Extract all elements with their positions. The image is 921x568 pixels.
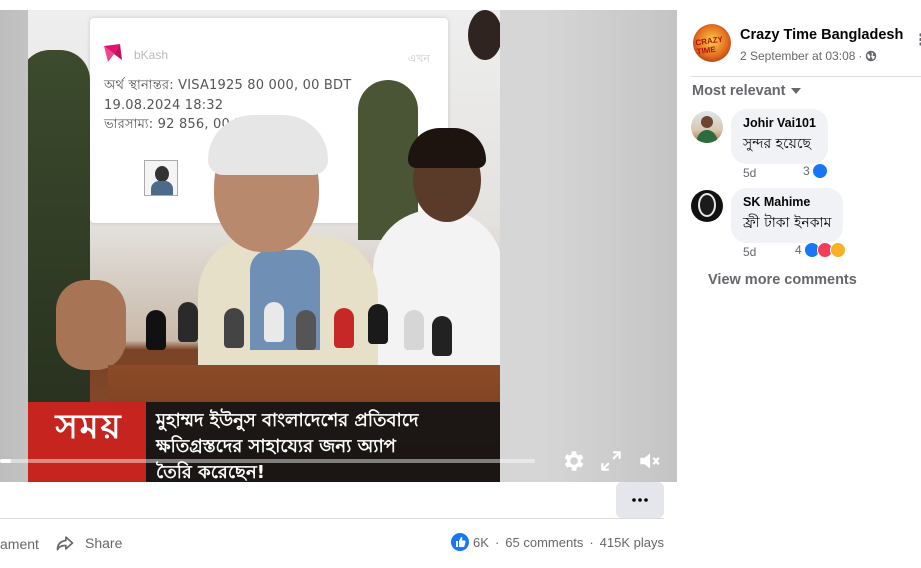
gesturing-hand xyxy=(56,280,126,370)
microphone xyxy=(432,316,452,356)
meta-separator: · xyxy=(858,49,863,63)
fullscreen-icon[interactable] xyxy=(598,448,624,474)
comment-author[interactable]: Johir Vai101 xyxy=(743,116,816,130)
comments-count[interactable]: 65 comments xyxy=(505,535,583,550)
comment-reactions[interactable]: 4 xyxy=(795,242,846,258)
post-stats: 6K · 65 comments · 415K plays xyxy=(451,533,664,551)
comment-author[interactable]: SK Mahime xyxy=(743,195,831,209)
facebook-video-viewer: bKash এখন অর্থ স্থানান্তর: VISA1925 80 0… xyxy=(0,0,921,568)
microphone xyxy=(368,304,388,344)
globe-icon xyxy=(866,50,877,62)
microphone xyxy=(264,302,284,342)
comment-reaction-count: 3 xyxy=(803,164,810,178)
video-player[interactable]: bKash এখন অর্থ স্থানান্তর: VISA1925 80 0… xyxy=(0,10,677,482)
background-person xyxy=(468,10,500,60)
bkash-date-line: 19.08.2024 18:32 xyxy=(104,98,224,113)
comment-time[interactable]: 5d xyxy=(743,166,756,180)
comment-action-button[interactable]: ament xyxy=(0,536,39,552)
video-progress-fill xyxy=(0,459,11,463)
microphone xyxy=(146,310,166,350)
microphone xyxy=(178,302,198,342)
divider xyxy=(691,76,921,77)
bkash-transfer-line: অর্থ স্থানান্তর: VISA1925 80 000, 00 BDT xyxy=(104,78,352,93)
avatar-logo-text: CRAZY TIME xyxy=(694,34,724,57)
commenter-avatar[interactable] xyxy=(691,190,723,222)
id-photo xyxy=(144,160,178,196)
reactions-count[interactable]: 6K xyxy=(473,535,489,550)
caret-down-icon xyxy=(791,88,802,94)
microphone xyxy=(224,308,244,348)
bkash-brand-label: bKash xyxy=(134,48,169,62)
share-action-button[interactable]: Share xyxy=(55,531,122,555)
post-side-panel: CRAZY TIME Crazy Time Bangladesh 2 Septe… xyxy=(677,10,921,568)
guard-hair xyxy=(408,128,486,168)
volume-muted-icon[interactable] xyxy=(636,448,662,474)
bkash-status-label: এখন xyxy=(407,53,430,65)
commenter-avatar[interactable] xyxy=(691,111,723,143)
settings-gear-icon[interactable] xyxy=(560,448,586,474)
divider xyxy=(0,518,664,519)
comment-bubble: Johir Vai101 সুন্দর হয়েছে xyxy=(731,109,828,164)
comment-text: সুন্দর হয়েছে xyxy=(743,136,811,152)
sort-label: Most relevant xyxy=(692,83,786,99)
microphone xyxy=(334,308,354,348)
post-options-icon[interactable]: ⋮ xyxy=(913,30,921,50)
comment-sort-dropdown[interactable]: Most relevant xyxy=(692,83,802,99)
comment-reaction-count: 4 xyxy=(795,243,802,257)
page-name-link[interactable]: Crazy Time Bangladesh xyxy=(740,27,903,43)
more-options-button[interactable] xyxy=(616,482,664,518)
haha-reaction-icon xyxy=(829,242,846,258)
comment-reactions[interactable]: 3 xyxy=(803,163,828,179)
post-timestamp[interactable]: 2 September at 03:08 xyxy=(740,49,855,63)
video-progress-bar[interactable] xyxy=(0,459,535,463)
stat-separator: · xyxy=(589,534,594,550)
microphone xyxy=(404,310,424,350)
bkash-logo-icon xyxy=(104,44,122,62)
plays-count: 415K plays xyxy=(599,534,664,550)
speaker-hair xyxy=(208,115,328,175)
comment-text: ফ্রী টাকা ইনকাম xyxy=(743,215,832,231)
like-reaction-icon xyxy=(811,163,828,179)
share-label: Share xyxy=(85,535,123,551)
page-avatar[interactable]: CRAZY TIME xyxy=(693,24,731,62)
comment-time[interactable]: 5d xyxy=(743,245,756,259)
microphone xyxy=(296,310,316,350)
share-icon xyxy=(56,536,74,551)
like-reaction-icon xyxy=(451,533,470,551)
comment-bubble: SK Mahime ফ্রী টাকা ইনকাম xyxy=(731,188,844,243)
stat-separator: · xyxy=(494,534,500,550)
view-more-comments-link[interactable]: View more comments xyxy=(708,272,857,288)
video-frame[interactable]: bKash এখন অর্থ স্থানান্তর: VISA1925 80 0… xyxy=(28,10,500,482)
more-dots-icon xyxy=(632,498,648,502)
news-channel-logo: সময় xyxy=(55,407,123,447)
post-meta: 2 September at 03:08 · xyxy=(740,49,877,63)
